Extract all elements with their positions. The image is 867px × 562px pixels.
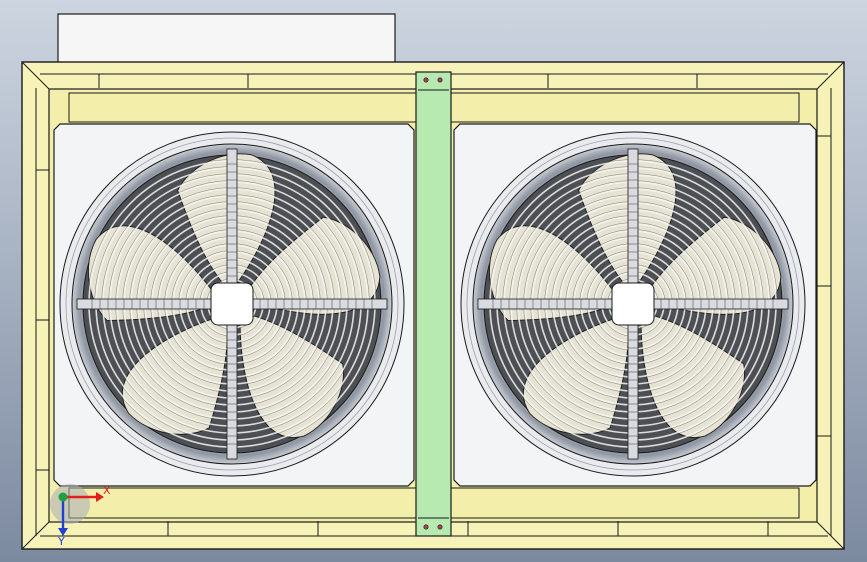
- left-fan: [59, 131, 405, 477]
- right-fan: [460, 131, 806, 477]
- bracket-bolt: [423, 77, 429, 83]
- bracket-bolt: [437, 524, 443, 530]
- z-axis-dot: [58, 492, 68, 502]
- top-tab-panel: [57, 13, 396, 65]
- x-axis-label: X: [103, 484, 111, 497]
- center-bracket: [415, 71, 452, 537]
- fan-hub: [611, 282, 655, 326]
- bracket-bolt: [423, 524, 429, 530]
- cad-viewport[interactable]: X Y: [0, 0, 867, 562]
- y-axis-label: Y: [57, 535, 65, 548]
- fan-hub: [210, 282, 254, 326]
- bracket-bolt: [437, 77, 443, 83]
